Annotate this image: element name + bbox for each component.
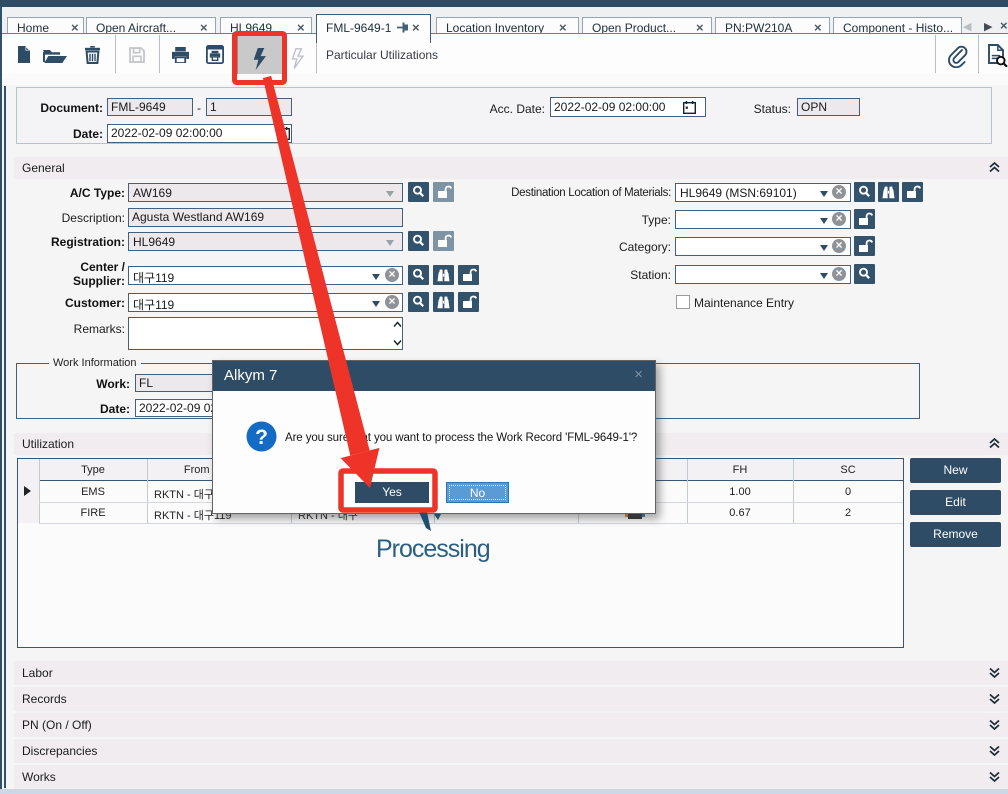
svg-text:?: ? bbox=[255, 426, 268, 449]
